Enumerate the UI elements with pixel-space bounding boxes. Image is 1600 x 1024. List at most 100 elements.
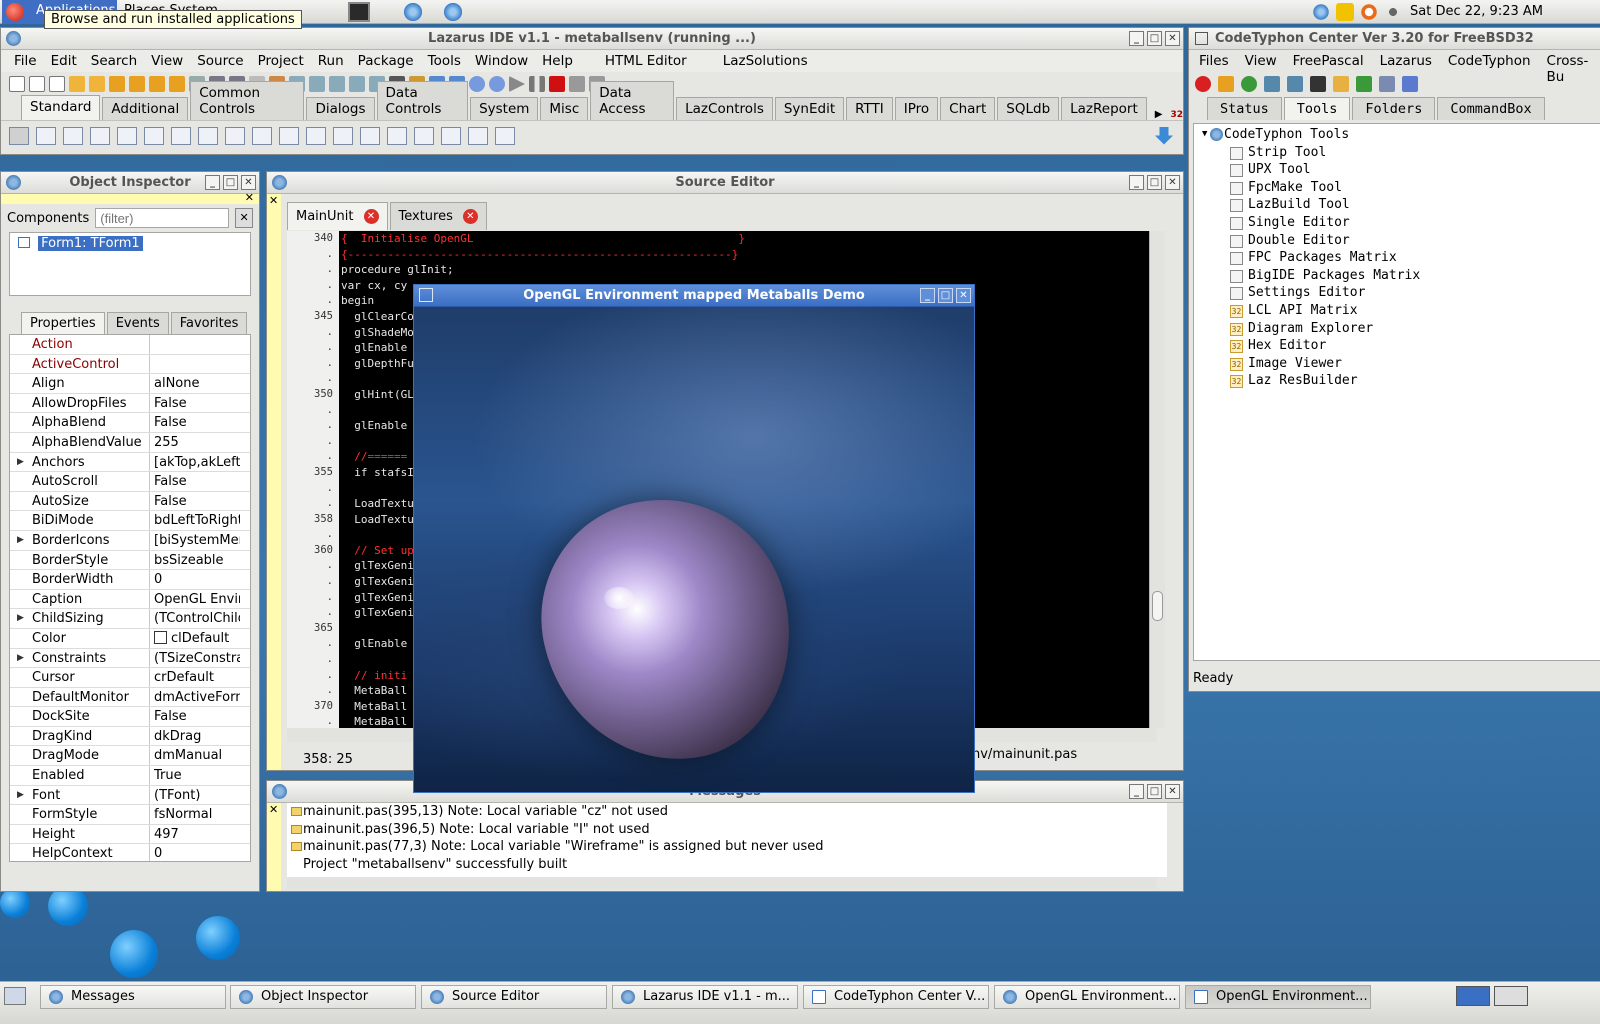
workspace-switcher[interactable] xyxy=(1456,986,1490,1006)
tedit-icon[interactable] xyxy=(144,126,164,145)
property-value[interactable]: dkDrag xyxy=(150,727,240,746)
editor-vertical-scrollbar[interactable] xyxy=(1149,231,1165,728)
palette-tab-lazcontrols[interactable]: LazControls xyxy=(676,97,773,120)
tool-item[interactable]: FPC Packages Matrix xyxy=(1200,249,1598,267)
property-row[interactable]: HelpContext 0 xyxy=(10,844,250,861)
message-item[interactable]: mainunit.pas(77,3) Note: Local variable … xyxy=(287,838,1167,856)
property-value[interactable]: clDefault xyxy=(150,629,240,648)
import-icon[interactable] xyxy=(1356,76,1372,92)
maximize-button[interactable]: □ xyxy=(938,288,953,303)
palette-tab-synedit[interactable]: SynEdit xyxy=(774,97,845,120)
minimize-button[interactable]: _ xyxy=(205,175,220,190)
property-value[interactable]: False xyxy=(150,472,240,491)
tab-commandbox[interactable]: CommandBox xyxy=(1437,97,1545,120)
oi-titlebar[interactable]: Object Inspector _ □ ✕ xyxy=(1,172,259,194)
exit-icon[interactable] xyxy=(1195,76,1211,92)
tab-folders[interactable]: Folders xyxy=(1352,97,1436,120)
tab-tools[interactable]: Tools xyxy=(1283,97,1351,120)
tab-favorites[interactable]: Favorites xyxy=(170,312,248,334)
property-value[interactable]: (TControlChild xyxy=(150,609,240,628)
property-value[interactable]: False xyxy=(150,492,240,511)
close-button[interactable]: ✕ xyxy=(1165,175,1180,190)
property-row[interactable]: AutoScroll False xyxy=(10,472,250,492)
menu-lazarus[interactable]: Lazarus xyxy=(1372,50,1440,72)
palette-tab-rtti[interactable]: RTTI xyxy=(846,97,893,120)
help-lifebuoy-icon[interactable] xyxy=(1360,3,1378,21)
taskbar-button[interactable]: Messages xyxy=(40,985,226,1009)
open-project-icon[interactable] xyxy=(89,76,105,92)
scroll-thumb[interactable] xyxy=(1152,591,1163,621)
property-row[interactable]: AllowDropFiles False xyxy=(10,393,250,414)
property-row[interactable]: AlphaBlendValue 255 xyxy=(10,432,250,453)
property-value[interactable] xyxy=(150,335,240,354)
components-filter-input[interactable] xyxy=(95,208,230,228)
dock-close-icon[interactable]: ✕ xyxy=(269,803,278,816)
close-tab-icon[interactable]: ✕ xyxy=(363,209,379,224)
close-button[interactable]: ✕ xyxy=(1165,31,1180,46)
tab-properties[interactable]: Properties xyxy=(21,312,105,334)
volume-icon[interactable] xyxy=(1384,3,1402,21)
palette-tab-data-controls[interactable]: Data Controls xyxy=(376,81,469,120)
property-value[interactable]: bdLeftToRight xyxy=(150,511,240,530)
menu-files[interactable]: Files xyxy=(1191,50,1237,72)
new-unit-icon[interactable] xyxy=(29,76,45,92)
maximize-button[interactable]: □ xyxy=(1147,31,1162,46)
pointer-tool-icon[interactable] xyxy=(9,126,29,145)
property-row[interactable]: Action xyxy=(10,335,250,355)
tscrollbar-icon[interactable] xyxy=(333,126,353,145)
view-forms-icon[interactable] xyxy=(349,76,365,92)
palette-tab-system[interactable]: System xyxy=(470,97,539,120)
property-value[interactable]: bsSizeable xyxy=(150,551,240,570)
clear-filter-icon[interactable]: ✕ xyxy=(235,208,253,228)
close-button[interactable]: ✕ xyxy=(1165,784,1180,799)
codetyphon-launcher-icon[interactable] xyxy=(402,2,424,22)
palette-tab-misc[interactable]: Misc xyxy=(540,97,589,120)
menu-html-editor[interactable]: HTML Editor xyxy=(598,50,694,72)
tab-status[interactable]: Status xyxy=(1207,97,1282,120)
property-row[interactable]: DockSite False xyxy=(10,707,250,727)
expand-arrow-icon[interactable]: ▶ xyxy=(17,531,24,550)
property-row[interactable]: AlphaBlend False xyxy=(10,413,250,433)
property-row[interactable]: DragKind dkDrag xyxy=(10,726,250,747)
expand-arrow-icon[interactable]: ▶ xyxy=(17,609,24,628)
property-value[interactable]: alNone xyxy=(150,374,240,393)
dock-close-icon[interactable]: ✕ xyxy=(269,194,278,207)
ctc-titlebar[interactable]: CodeTyphon Center Ver 3.20 for FreeBSD32 xyxy=(1189,28,1600,50)
menu-codetyphon[interactable]: CodeTyphon xyxy=(1440,50,1539,72)
property-value[interactable]: dmActiveForm xyxy=(150,688,240,707)
download-icon[interactable] xyxy=(1218,76,1234,92)
messages-horizontal-scrollbar[interactable] xyxy=(287,877,1157,889)
tmemo-icon[interactable] xyxy=(171,126,191,145)
property-row[interactable]: Cursor crDefault xyxy=(10,668,250,688)
menu-edit[interactable]: Edit xyxy=(44,50,84,72)
property-value[interactable]: dmManual xyxy=(150,746,240,765)
clock[interactable]: Sat Dec 22, 9:23 AM xyxy=(1410,4,1543,19)
tcheckbox-icon[interactable] xyxy=(225,126,245,145)
target-icon[interactable] xyxy=(489,76,505,92)
tree-root-codetyphon-tools[interactable]: ▼ CodeTyphon Tools xyxy=(1200,126,1598,144)
download-arrow-icon[interactable] xyxy=(1155,126,1173,145)
pause-icon[interactable] xyxy=(529,76,545,92)
clean-icon[interactable] xyxy=(1379,76,1395,92)
tool-item[interactable]: 32 Hex Editor xyxy=(1200,337,1598,355)
window-menu-icon[interactable] xyxy=(419,288,433,302)
tool-item[interactable]: Settings Editor xyxy=(1200,284,1598,302)
property-value[interactable]: False xyxy=(150,413,240,432)
add-to-project-icon[interactable] xyxy=(309,76,325,92)
package-icon[interactable] xyxy=(109,76,125,92)
tree-item-form1[interactable]: Form1: TForm1 xyxy=(38,236,143,251)
lazarus-launcher-icon[interactable] xyxy=(442,2,464,22)
expand-arrow-icon[interactable]: ▶ xyxy=(17,649,24,668)
codetyphon-tray-icon[interactable] xyxy=(1312,3,1330,21)
menu-package[interactable]: Package xyxy=(351,50,421,72)
property-row[interactable]: ▶ Font (TFont) xyxy=(10,785,250,806)
se-titlebar[interactable]: Source Editor _ □ ✕ xyxy=(267,172,1183,194)
palette-tab-dialogs[interactable]: Dialogs xyxy=(306,97,375,120)
stop-icon[interactable] xyxy=(549,76,565,92)
property-row[interactable]: ▶ BorderIcons [biSystemMenu xyxy=(10,530,250,551)
ttogglebox-icon[interactable] xyxy=(198,126,218,145)
opengl-canvas[interactable] xyxy=(414,307,974,792)
minimize-button[interactable]: _ xyxy=(1129,31,1144,46)
property-value[interactable]: True xyxy=(150,766,240,785)
property-value[interactable]: (TFont) xyxy=(150,786,240,805)
